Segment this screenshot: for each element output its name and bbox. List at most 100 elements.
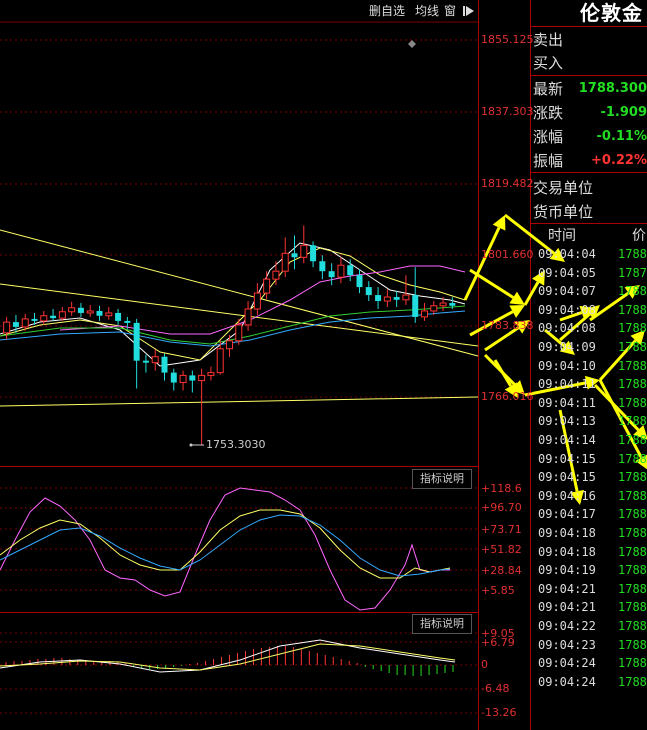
tick-row: 09:04:23 1788 [538, 636, 647, 654]
tick-row: 09:04:16 1788 [538, 487, 647, 505]
ticks-price-header: 价 [632, 228, 646, 244]
candle-body [263, 278, 271, 294]
tick-price: 1788 [618, 600, 647, 615]
tick-time: 09:04:11 [538, 395, 596, 410]
tick-row: 09:04:10 1788 [538, 357, 647, 375]
candle-body [449, 303, 456, 306]
indicator1-axis-label: +5.85 [481, 584, 515, 597]
tick-time: 09:04:05 [538, 265, 596, 280]
indicator1-axis-label: +118.6 [481, 482, 522, 495]
tick-price: 1788 [618, 433, 647, 447]
price-axis-label: 1801.660 [481, 248, 534, 261]
tick-price: 1788 [618, 507, 647, 522]
candle-body [198, 374, 206, 382]
tick-row: 09:04:11 1788 [538, 394, 647, 412]
candle-body [328, 271, 335, 278]
candle-body [179, 374, 187, 384]
latest-label: 最新 [533, 80, 564, 98]
indicator2-help-button[interactable]: 指标说明 [412, 614, 472, 634]
tick-time: 09:04:11 [538, 377, 596, 392]
tick-time: 09:04:09 [538, 340, 596, 354]
candle-body [105, 312, 113, 317]
collapse-panel-icon[interactable] [460, 2, 478, 20]
tick-price: 1788 [618, 674, 647, 689]
indicator1-help-button[interactable]: 指标说明 [412, 469, 472, 489]
tick-row: 09:04:15 1788 [538, 450, 647, 468]
tick-time: 09:04:10 [538, 358, 596, 373]
annotation-arrow [469, 268, 514, 299]
indicator1-axis-label: +73.71 [481, 523, 522, 536]
tick-price: 1788 [618, 488, 647, 503]
tick-price: 1788 [618, 377, 647, 392]
candle-body [133, 322, 140, 361]
candle-body [40, 315, 48, 322]
price-axis-label: 1855.125 [481, 33, 534, 46]
tick-row: 09:04:21 1788 [538, 580, 647, 598]
ma-toggle-button[interactable]: 均线 [413, 2, 441, 20]
candle-body [421, 310, 428, 318]
latest-value: 1788.300 [578, 81, 647, 96]
tick-row: 09:04:22 1788 [538, 617, 647, 635]
tick-row: 09:04:11 1788 [538, 375, 647, 393]
tick-row: 09:04:21 1788 [538, 598, 647, 616]
tick-price: 1788 [618, 451, 647, 466]
tick-price: 1787 [618, 265, 647, 280]
annotation-arrow [523, 281, 540, 306]
candle-body [393, 297, 400, 300]
candle-body [68, 307, 76, 313]
candle-body [319, 261, 326, 272]
macd-histogram [5, 646, 454, 676]
candle-body [96, 310, 103, 316]
annotation-arrow [463, 227, 501, 301]
candlestick-series [3, 225, 456, 445]
tick-time: 09:04:19 [538, 563, 596, 578]
tick-price: 1788 [618, 358, 647, 373]
instrument-title: 伦敦金 [580, 1, 643, 25]
candle-body [356, 275, 363, 288]
tick-row: 09:04:09 1788 [538, 338, 647, 356]
indicator2-axis-label: 0 [481, 658, 488, 671]
trend-lines [0, 229, 479, 407]
candle-body [365, 287, 372, 296]
amplitude-value: +0.22% [591, 153, 647, 168]
candle-body [300, 244, 308, 258]
candle-body [347, 265, 354, 276]
candle-body [337, 264, 345, 278]
candle-body [115, 312, 122, 321]
diamond-marker-icon [408, 40, 416, 48]
tick-price: 1788 [618, 526, 647, 540]
tick-row: 09:04:18 1788 [538, 543, 647, 561]
bid-label: 买入 [533, 54, 564, 72]
candle-body [189, 375, 196, 381]
tick-price: 1788 [618, 637, 647, 652]
price-axis-label: 1783.838 [481, 319, 534, 332]
candle-body [291, 253, 298, 258]
change-label: 涨跌 [533, 104, 564, 122]
tick-price: 1788 [618, 321, 647, 336]
candle-body [272, 270, 280, 280]
tick-time: 09:04:15 [538, 451, 596, 466]
tick-row: 09:04:13 1788 [538, 412, 647, 430]
tick-row: 09:04:24 1788 [538, 673, 647, 691]
window-button[interactable]: 窗 [442, 2, 458, 20]
tick-row: 09:04:08 1788 [538, 319, 647, 337]
low-price-label: 1753.3030 [206, 438, 266, 451]
indicator1-axis-label: +51.82 [481, 543, 522, 556]
price-axis-label: 1837.303 [481, 105, 534, 118]
amplitude-label: 振幅 [533, 152, 564, 170]
price-axis-label: 1766.016 [481, 390, 534, 403]
tick-time: 09:04:08 [538, 302, 596, 317]
tick-price: 1788 [618, 302, 647, 317]
tick-row: 09:04:18 1788 [538, 524, 647, 542]
candle-body [124, 320, 131, 323]
tick-row: 09:04:14 1788 [538, 431, 647, 449]
tick-price: 1788 [618, 247, 647, 261]
tick-price: 1788 [618, 414, 647, 429]
tick-price: 1788 [618, 340, 647, 354]
tick-time: 09:04:16 [538, 488, 596, 503]
tick-row: 09:04:17 1788 [538, 505, 647, 523]
candle-body [77, 307, 84, 313]
indicator2-axis-label: -13.26 [481, 706, 517, 719]
tick-price: 1788 [618, 619, 647, 633]
delete-watchlist-button[interactable]: 删自选 [367, 2, 407, 20]
